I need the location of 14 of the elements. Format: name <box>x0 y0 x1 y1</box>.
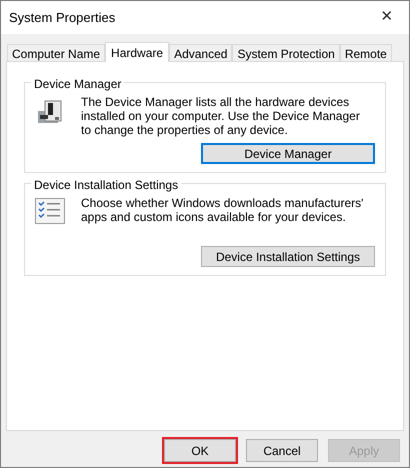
checklist-icon <box>35 198 65 224</box>
description: Choose whether Windows downloads manufacturers' apps and custom icons available for your devices. <box>81 196 364 224</box>
tab[interactable]: Computer Name <box>7 44 106 61</box>
tab[interactable]: Hardware <box>105 42 170 62</box>
tab[interactable]: Advanced <box>169 44 232 61</box>
dialog-button[interactable]: OK <box>164 439 236 462</box>
group-button[interactable]: Device Installation Settings <box>201 246 375 267</box>
group-button[interactable]: Device Manager <box>201 143 375 164</box>
tab[interactable]: Remote <box>340 44 392 61</box>
window-title: System Properties <box>9 8 116 27</box>
close-button[interactable]: ✕ <box>365 1 409 34</box>
description: The Device Manager lists all the hardware devices installed on your computer. Use the Device Manager to change the properties of any device. <box>81 95 361 137</box>
tab[interactable]: System Protection <box>232 44 340 61</box>
dialog-button[interactable]: Cancel <box>246 439 318 462</box>
